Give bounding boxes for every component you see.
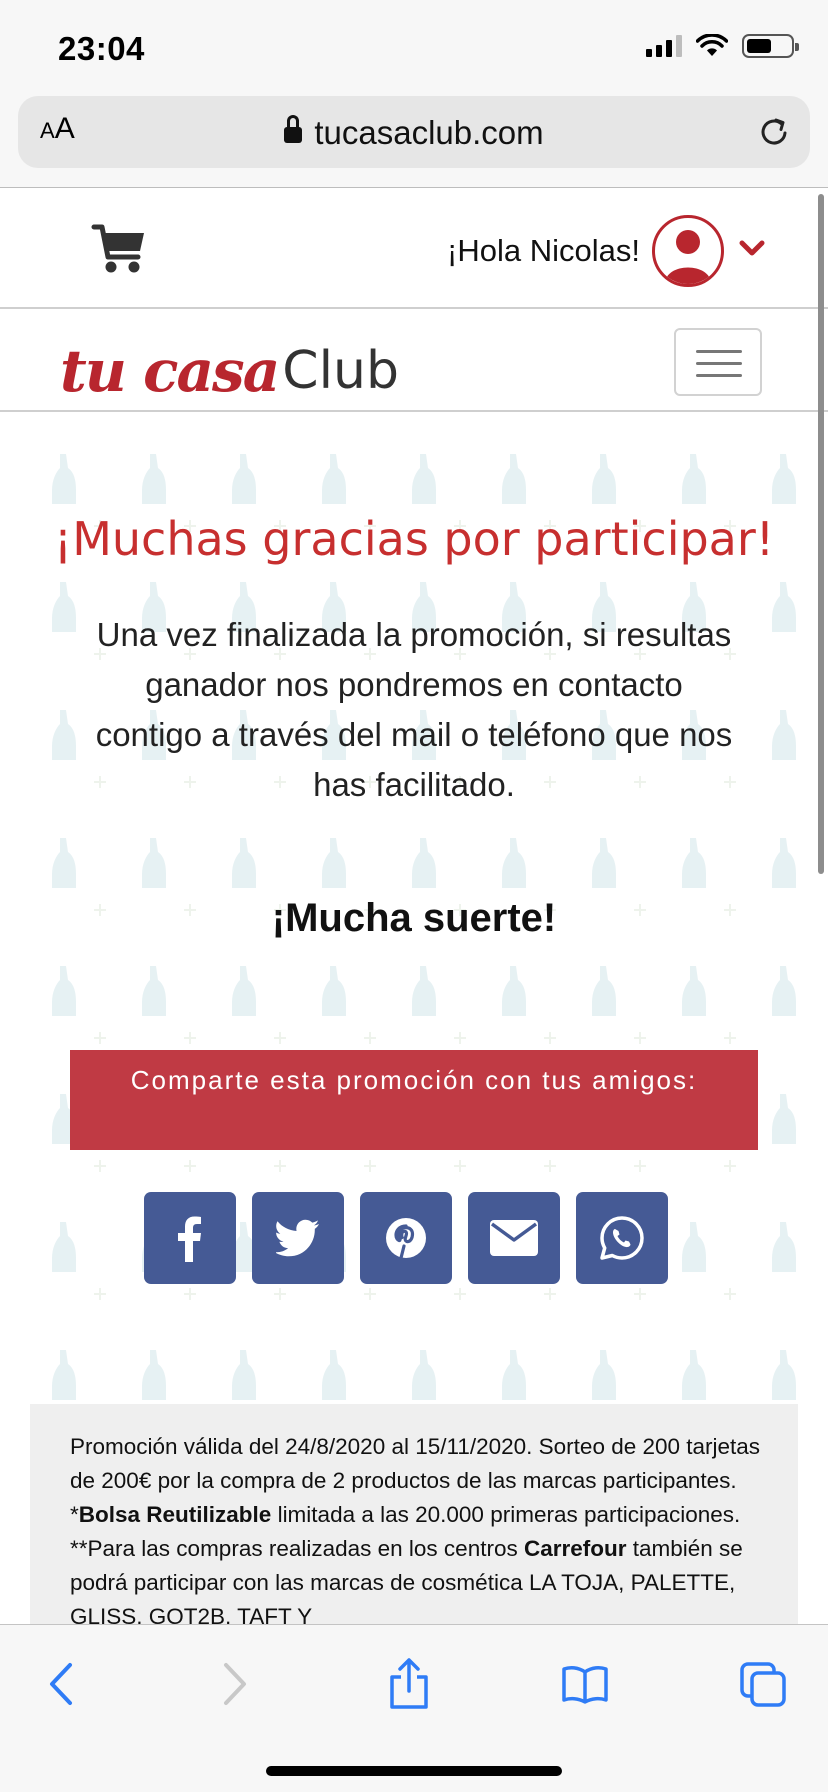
status-time: 23:04 — [58, 30, 145, 67]
forward-button[interactable] — [208, 1657, 262, 1711]
legal-text: Promoción válida del 24/8/2020 al 15/11/… — [70, 1434, 761, 1629]
tabs-button[interactable] — [736, 1657, 790, 1711]
status-bar: 23:04 — [0, 0, 828, 92]
address-bar[interactable]: AA tucasaclub.com — [18, 96, 810, 168]
menu-icon — [696, 350, 742, 353]
facebook-icon — [178, 1216, 201, 1262]
brand-bar: tu casa Club — [0, 310, 828, 412]
bookmarks-icon — [562, 1666, 608, 1704]
twitter-share-button[interactable] — [252, 1192, 344, 1284]
legal-terms: Promoción válida del 24/8/2020 al 15/11/… — [30, 1404, 798, 1629]
browser-address-area: AA tucasaclub.com — [0, 92, 828, 188]
share-button[interactable] — [382, 1657, 436, 1711]
facebook-share-button[interactable] — [144, 1192, 236, 1284]
bookmarks-button[interactable] — [558, 1657, 612, 1711]
thank-you-card: ¡Muchas gracias por participar! Una vez … — [30, 434, 798, 1404]
whatsapp-icon — [600, 1216, 644, 1260]
good-luck-text: ¡Mucha suerte! — [271, 896, 557, 940]
home-indicator — [266, 1766, 562, 1776]
lock-icon — [284, 115, 303, 145]
share-banner: Comparte esta promoción con tus amigos: — [70, 1050, 758, 1150]
site-logo[interactable]: tu casa Club — [60, 320, 399, 400]
user-avatar-icon[interactable] — [652, 215, 724, 287]
back-icon — [50, 1663, 72, 1705]
email-share-button[interactable] — [468, 1192, 560, 1284]
url-display[interactable]: tucasaclub.com — [18, 114, 810, 152]
signal-icon — [646, 35, 682, 57]
battery-icon — [742, 34, 799, 58]
pinterest-share-button[interactable] — [360, 1192, 452, 1284]
logo-club: Club — [282, 341, 400, 401]
menu-button[interactable] — [674, 328, 762, 396]
chevron-down-icon[interactable] — [738, 235, 766, 263]
email-icon — [490, 1220, 538, 1256]
share-buttons — [144, 1192, 668, 1284]
reload-icon[interactable] — [756, 114, 792, 150]
wifi-icon — [696, 34, 728, 56]
forward-icon — [224, 1663, 246, 1705]
logo-script: tu casa — [60, 337, 280, 405]
browser-toolbar — [0, 1624, 828, 1792]
share-icon — [390, 1658, 428, 1709]
url-text: tucasaclub.com — [314, 114, 544, 151]
thanks-message: Una vez finalizada la promoción, si resu… — [95, 616, 733, 803]
cart-icon[interactable] — [88, 217, 150, 279]
pinterest-icon — [386, 1218, 426, 1260]
back-button[interactable] — [34, 1657, 88, 1711]
status-icons — [646, 34, 799, 58]
tabs-icon — [740, 1662, 786, 1707]
page-scrollbar[interactable] — [818, 194, 824, 874]
twitter-icon — [276, 1219, 319, 1257]
thanks-title: ¡Muchas gracias por participar! — [53, 512, 775, 566]
site-topbar: ¡Hola Nicolas! — [0, 189, 828, 309]
user-greeting[interactable]: ¡Hola Nicolas! — [447, 233, 640, 269]
whatsapp-share-button[interactable] — [576, 1192, 668, 1284]
